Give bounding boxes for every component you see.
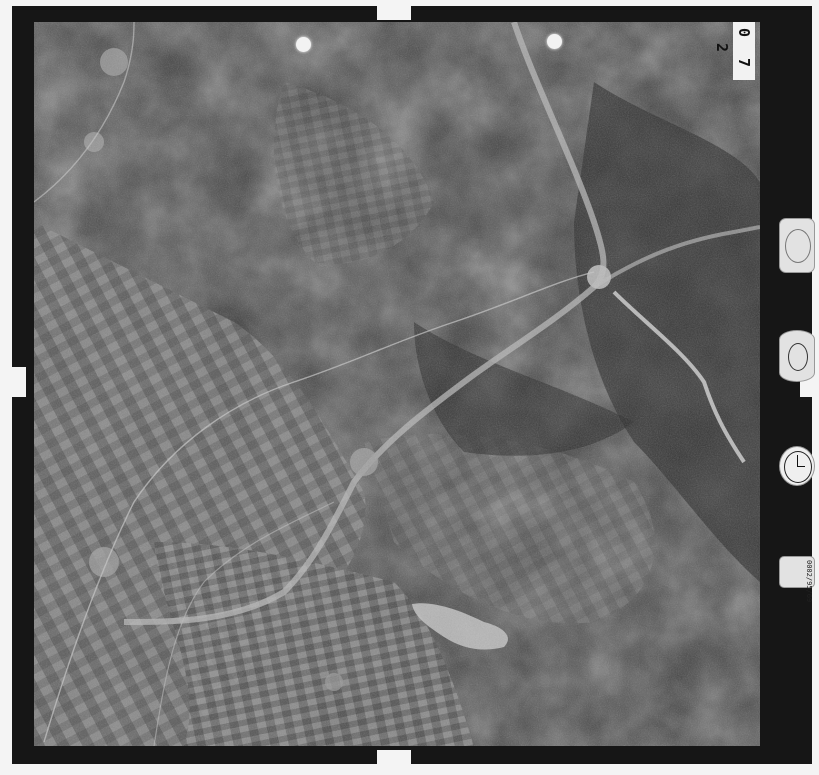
fiducial-mark-left (296, 37, 311, 52)
bottom-notch (377, 750, 411, 764)
clock-icon (779, 446, 815, 486)
top-notch (377, 6, 411, 20)
level-bubble-dial (779, 330, 815, 382)
aerial-photo (34, 22, 760, 746)
fiducial-mark-right (547, 34, 562, 49)
frame-number: 0 7 2 (713, 22, 755, 80)
terrain-render (34, 22, 760, 746)
altimeter-dial (779, 218, 815, 273)
left-notch (12, 367, 26, 397)
frame-counter: 0002/95/69 (779, 556, 815, 602)
